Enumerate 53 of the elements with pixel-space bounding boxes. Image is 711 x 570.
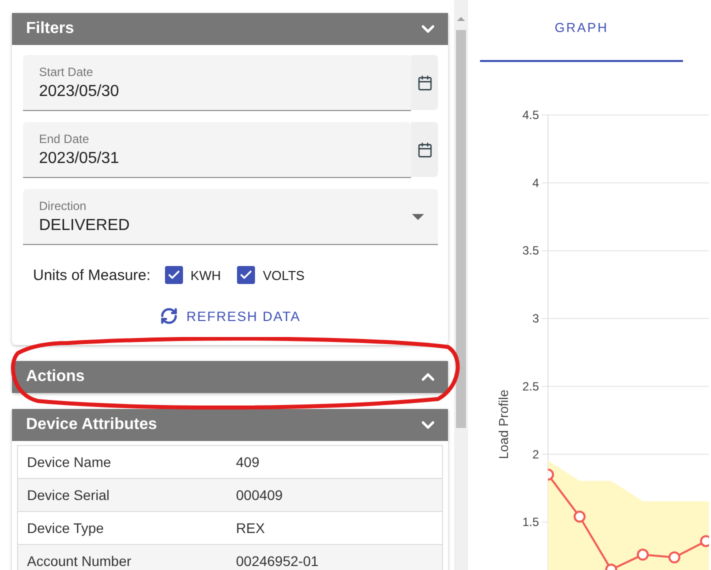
field-label: Direction <box>39 198 88 212</box>
table-cell-text: 409 <box>235 454 260 470</box>
table-cell-text: Device Type <box>26 520 105 536</box>
y-tick-label: 4 <box>532 176 539 190</box>
checkbox[interactable] <box>236 266 255 284</box>
table-cell-text: REX <box>235 520 266 536</box>
y-tick-label: 3 <box>532 312 539 326</box>
y-tick-label: 2 <box>532 447 539 462</box>
panel-header[interactable]: Actions <box>12 361 448 393</box>
calendar-icon <box>416 142 432 158</box>
field-label: Start Date <box>39 64 94 78</box>
panel-title: Actions <box>26 368 85 386</box>
calendar-button[interactable] <box>411 55 438 110</box>
refresh-button[interactable]: REFRESH DATA <box>152 299 309 333</box>
calendar-button[interactable] <box>411 122 438 177</box>
data-point <box>548 468 554 481</box>
y-tick-label: 3.5 <box>522 244 539 258</box>
table-cell-text: 00246952-01 <box>235 553 320 569</box>
panel-header[interactable]: Device Attributes <box>12 409 448 441</box>
date-field[interactable]: Start Date 2023/05/30 <box>23 55 411 111</box>
calendar-icon <box>416 74 432 90</box>
y-tick-label: 2.5 <box>522 379 539 394</box>
panel-title: Device Attributes <box>26 416 157 434</box>
data-point <box>668 551 680 564</box>
field-label: End Date <box>39 132 90 146</box>
checkbox[interactable] <box>164 266 183 284</box>
panel-title: Filters <box>26 20 74 38</box>
checkmark-icon <box>238 268 253 282</box>
table-cell-text: Device Serial <box>26 487 110 503</box>
table-cell-text: Device Name <box>26 454 112 470</box>
refresh-icon <box>160 307 178 325</box>
date-field[interactable]: End Date 2023/05/31 <box>23 122 411 178</box>
tab[interactable]: GRAPH <box>480 0 683 62</box>
checkbox-label: KWH <box>190 268 221 282</box>
field-value: DELIVERED <box>39 216 131 234</box>
data-point <box>574 510 586 523</box>
field-value: 2023/05/30 <box>39 82 120 100</box>
y-tick-label: 4.5 <box>522 108 539 122</box>
panel-header[interactable]: Filters <box>12 13 448 45</box>
field-value: 2023/05/31 <box>39 150 120 168</box>
direction-select[interactable]: Direction DELIVERED <box>23 189 438 245</box>
checkmark-icon <box>166 268 181 282</box>
y-tick-label: 1.5 <box>522 515 539 530</box>
data-point <box>700 535 709 548</box>
table-cell-text: 000409 <box>235 487 284 503</box>
table-cell-text: Account Number <box>26 553 132 569</box>
data-point <box>636 548 649 561</box>
data-point <box>605 564 618 570</box>
dropdown-caret-icon <box>412 214 424 220</box>
scrollbar[interactable] <box>454 0 468 570</box>
y-axis-title: Load Profile <box>496 390 511 460</box>
units-label: Units of Measure: <box>33 266 151 284</box>
checkbox-label: VOLTS <box>262 268 305 282</box>
